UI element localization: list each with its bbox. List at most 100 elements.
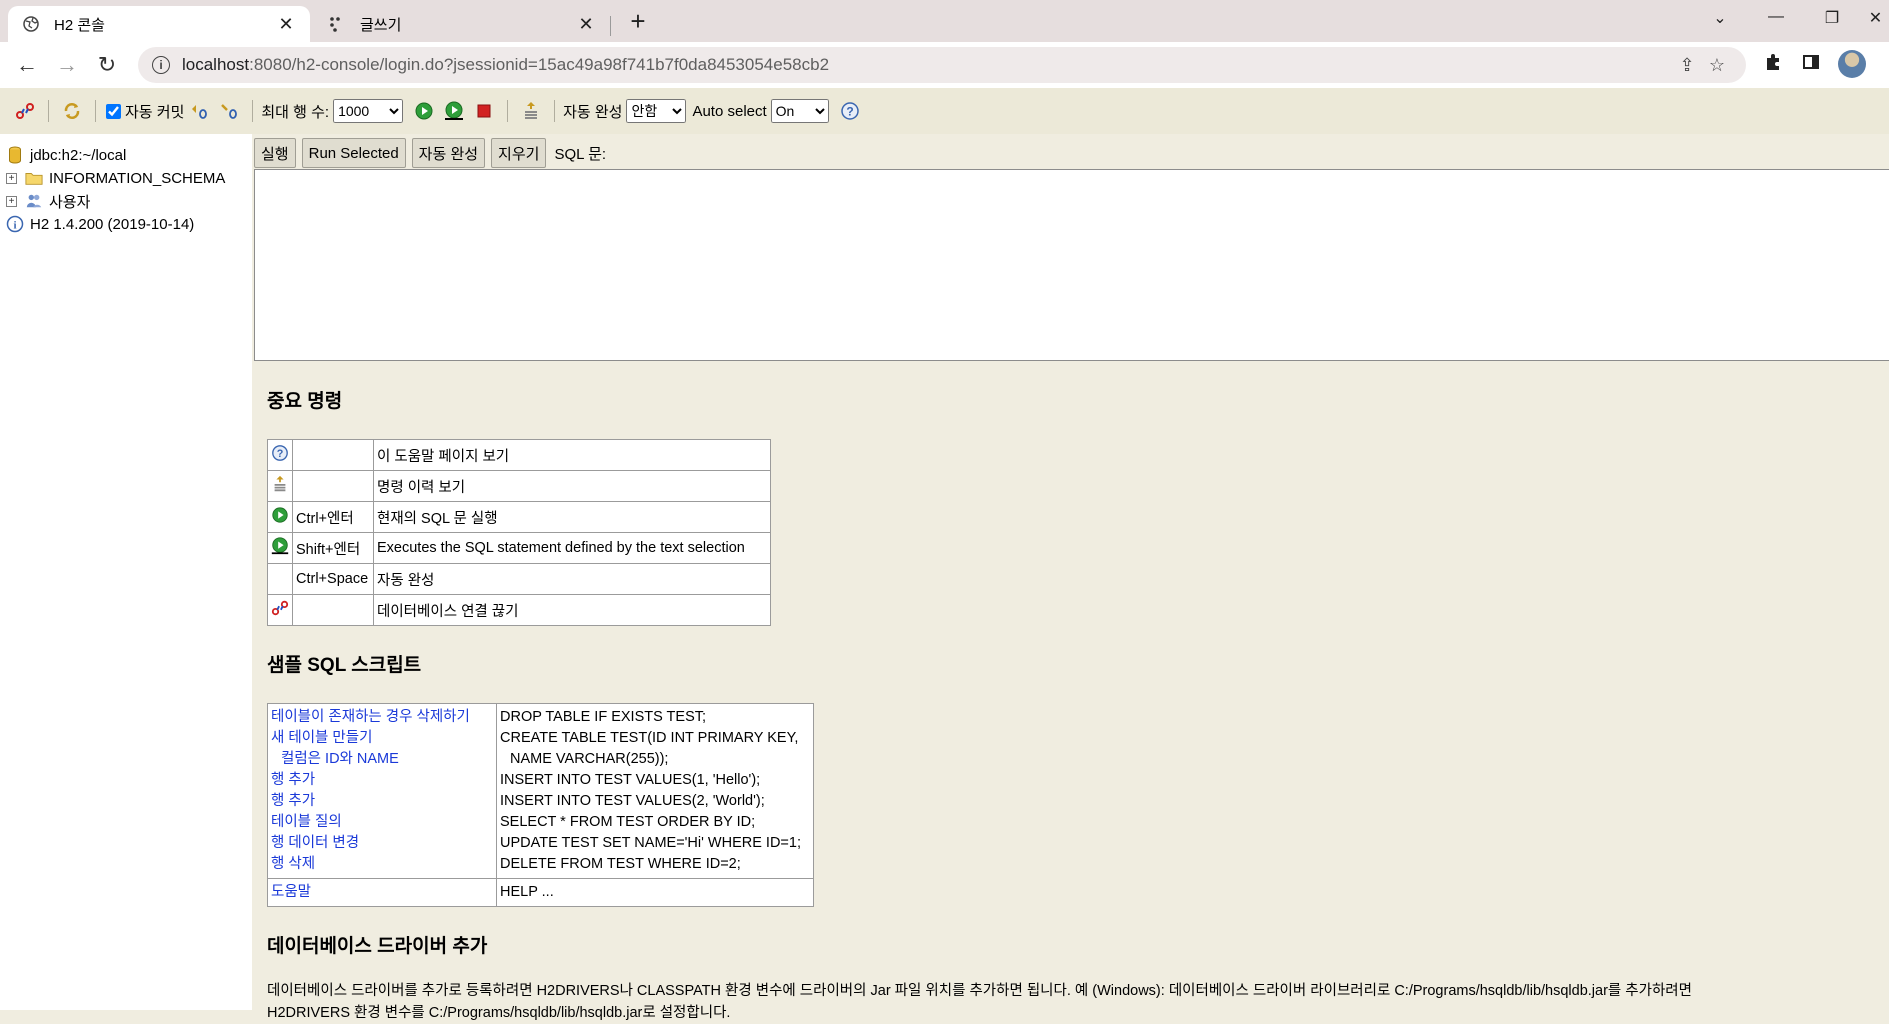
tab-title: 글쓰기	[360, 16, 402, 34]
sample-link-help[interactable]: 도움말	[271, 882, 493, 903]
sql-editor[interactable]	[254, 169, 1889, 361]
sample-link-delete[interactable]: 행 삭제	[271, 854, 493, 875]
new-tab-button[interactable]: +	[624, 8, 652, 36]
rollback-icon[interactable]	[188, 100, 210, 122]
run-selected-icon[interactable]	[443, 100, 465, 122]
url-text: localhost:8080/h2-console/login.do?jsess…	[182, 55, 830, 74]
site-info-icon[interactable]: i	[152, 56, 170, 74]
important-commands-title: 중요 명령	[267, 391, 343, 412]
commands-table: ? 이 도움말 페이지 보기 명령 이력 보기 Ctrl+엔터 현재의 SQL …	[267, 439, 771, 626]
help-icon[interactable]: ?	[839, 100, 861, 122]
sample-sql: INSERT INTO TEST VALUES(2, 'World');	[500, 793, 765, 809]
sample-link-insert-1[interactable]: 행 추가	[271, 770, 493, 791]
database-icon	[6, 146, 24, 164]
max-rows-label: 최대 행 수:	[261, 103, 330, 121]
svg-text:?: ?	[846, 105, 853, 119]
dots-icon	[328, 15, 346, 33]
sample-sql: SELECT * FROM TEST ORDER BY ID;	[500, 814, 756, 830]
side-panel-icon[interactable]	[1796, 50, 1826, 80]
sample-sql: HELP ...	[496, 878, 814, 907]
run-icon[interactable]	[413, 100, 435, 122]
autoselect-select[interactable]: On	[770, 99, 829, 123]
history-icon[interactable]	[520, 100, 542, 122]
table-row: Ctrl+엔터 현재의 SQL 문 실행	[267, 501, 771, 533]
svg-text:i: i	[13, 220, 16, 232]
extensions-puzzle-icon[interactable]	[1758, 50, 1788, 80]
sql-statement-label: SQL 문:	[554, 145, 607, 163]
commit-icon[interactable]	[218, 100, 240, 122]
share-icon[interactable]: ⇪	[1672, 55, 1702, 76]
sample-link-columns[interactable]: 컬럼은 ID와 NAME	[271, 749, 493, 770]
sample-link-update[interactable]: 행 데이터 변경	[271, 833, 493, 854]
close-tab-icon[interactable]: ✕	[576, 14, 596, 35]
address-bar[interactable]: i localhost:8080/h2-console/login.do?jse…	[138, 47, 1746, 83]
close-tab-icon[interactable]: ✕	[276, 14, 296, 35]
table-row: 테이블이 존재하는 경우 삭제하기 새 테이블 만들기 컬럼은 ID와 NAME…	[267, 703, 814, 879]
run-selected-button[interactable]: Run Selected	[301, 138, 406, 168]
table-row: Shift+엔터 Executes the SQL statement defi…	[267, 532, 771, 564]
tree-connection[interactable]: jdbc:h2:~/local	[6, 144, 126, 166]
back-button[interactable]: ←	[12, 50, 42, 80]
add-drivers-title: 데이터베이스 드라이버 추가	[267, 936, 488, 957]
h2-toolbar: 자동 커밋 최대 행 수: 1000 자동 완성 안함 Auto select …	[0, 88, 1889, 134]
expand-icon[interactable]: +	[6, 172, 17, 184]
stop-icon[interactable]	[473, 100, 495, 122]
globe-icon	[22, 15, 40, 33]
profile-avatar[interactable]	[1838, 50, 1866, 78]
tree-version: i H2 1.4.200 (2019-10-14)	[6, 213, 194, 235]
table-row: Ctrl+Space 자동 완성	[267, 563, 771, 595]
sample-link-insert-2[interactable]: 행 추가	[271, 791, 493, 812]
run-button[interactable]: 실행	[254, 138, 296, 168]
run-icon	[271, 507, 289, 528]
tree-users[interactable]: + 사용자	[6, 190, 90, 212]
table-row: 데이터베이스 연결 끊기	[267, 594, 771, 626]
disconnect-icon[interactable]	[14, 100, 36, 122]
info-icon: i	[6, 215, 24, 233]
expand-icon[interactable]: +	[6, 195, 17, 207]
autocommit-toggle[interactable]: 자동 커밋	[104, 101, 184, 122]
table-row: 명령 이력 보기	[267, 470, 771, 502]
autocomplete-select[interactable]: 안함	[626, 99, 687, 123]
close-window-button[interactable]: ✕	[1862, 8, 1889, 32]
autoselect-label: Auto select	[692, 102, 767, 120]
folder-icon	[25, 169, 43, 187]
autocommit-checkbox[interactable]	[106, 103, 121, 119]
sample-sql: NAME VARCHAR(255));	[510, 751, 669, 767]
schema-tree: jdbc:h2:~/local + INFORMATION_SCHEMA + 사…	[0, 134, 252, 1010]
sample-sql: UPDATE TEST SET NAME='Hi' WHERE ID=1;	[500, 835, 801, 851]
clear-button[interactable]: 지우기	[491, 138, 547, 168]
disconnect-icon	[271, 600, 289, 621]
sample-sql: DELETE FROM TEST WHERE ID=2;	[500, 856, 741, 872]
users-icon	[25, 192, 43, 210]
browser-tab-strip: H2 콘솔 ✕ 글쓰기 ✕ + ⌄ — ❐ ✕	[0, 0, 1889, 42]
tab-search-icon[interactable]: ⌄	[1700, 8, 1740, 32]
drivers-description: 데이터베이스 드라이버를 추가로 등록하려면 H2DRIVERS나 CLASSP…	[267, 983, 1692, 1021]
restore-button[interactable]: ❐	[1812, 8, 1852, 32]
forward-button[interactable]: →	[52, 50, 82, 80]
run-selected-icon	[270, 537, 290, 560]
minimize-button[interactable]: —	[1756, 8, 1796, 32]
tree-information-schema[interactable]: + INFORMATION_SCHEMA	[6, 167, 225, 189]
reload-button[interactable]: ↻	[92, 50, 122, 80]
table-row: ? 이 도움말 페이지 보기	[267, 439, 771, 471]
tab-title: H2 콘솔	[54, 16, 105, 34]
sample-sql: CREATE TABLE TEST(ID INT PRIMARY KEY,	[500, 730, 799, 746]
max-rows-select[interactable]: 1000	[333, 99, 404, 123]
bookmark-star-icon[interactable]: ☆	[1702, 55, 1732, 76]
tab-h2-console[interactable]: H2 콘솔 ✕	[8, 6, 310, 42]
help-icon: ?	[271, 445, 289, 466]
autocomplete-label: 자동 완성	[563, 103, 623, 121]
help-panel: 중요 명령 ? 이 도움말 페이지 보기 명령 이력 보기 Ctrl+엔터 현재…	[267, 370, 1877, 1024]
sample-sql: DROP TABLE IF EXISTS TEST;	[500, 709, 707, 725]
svg-text:?: ?	[277, 448, 284, 460]
sample-link-select[interactable]: 테이블 질의	[271, 812, 493, 833]
sample-scripts-title: 샘플 SQL 스크립트	[267, 655, 422, 676]
sample-link-create[interactable]: 새 테이블 만들기	[271, 728, 493, 749]
sample-link-drop[interactable]: 테이블이 존재하는 경우 삭제하기	[271, 707, 493, 728]
refresh-icon[interactable]	[61, 100, 83, 122]
browser-toolbar: ← → ↻ i localhost:8080/h2-console/login.…	[0, 42, 1889, 88]
query-toolbar: 실행 Run Selected 자동 완성 지우기 SQL 문:	[254, 138, 606, 168]
sample-sql: INSERT INTO TEST VALUES(1, 'Hello');	[500, 772, 761, 788]
autocomplete-button[interactable]: 자동 완성	[411, 138, 486, 168]
tab-write[interactable]: 글쓰기 ✕	[314, 6, 610, 42]
